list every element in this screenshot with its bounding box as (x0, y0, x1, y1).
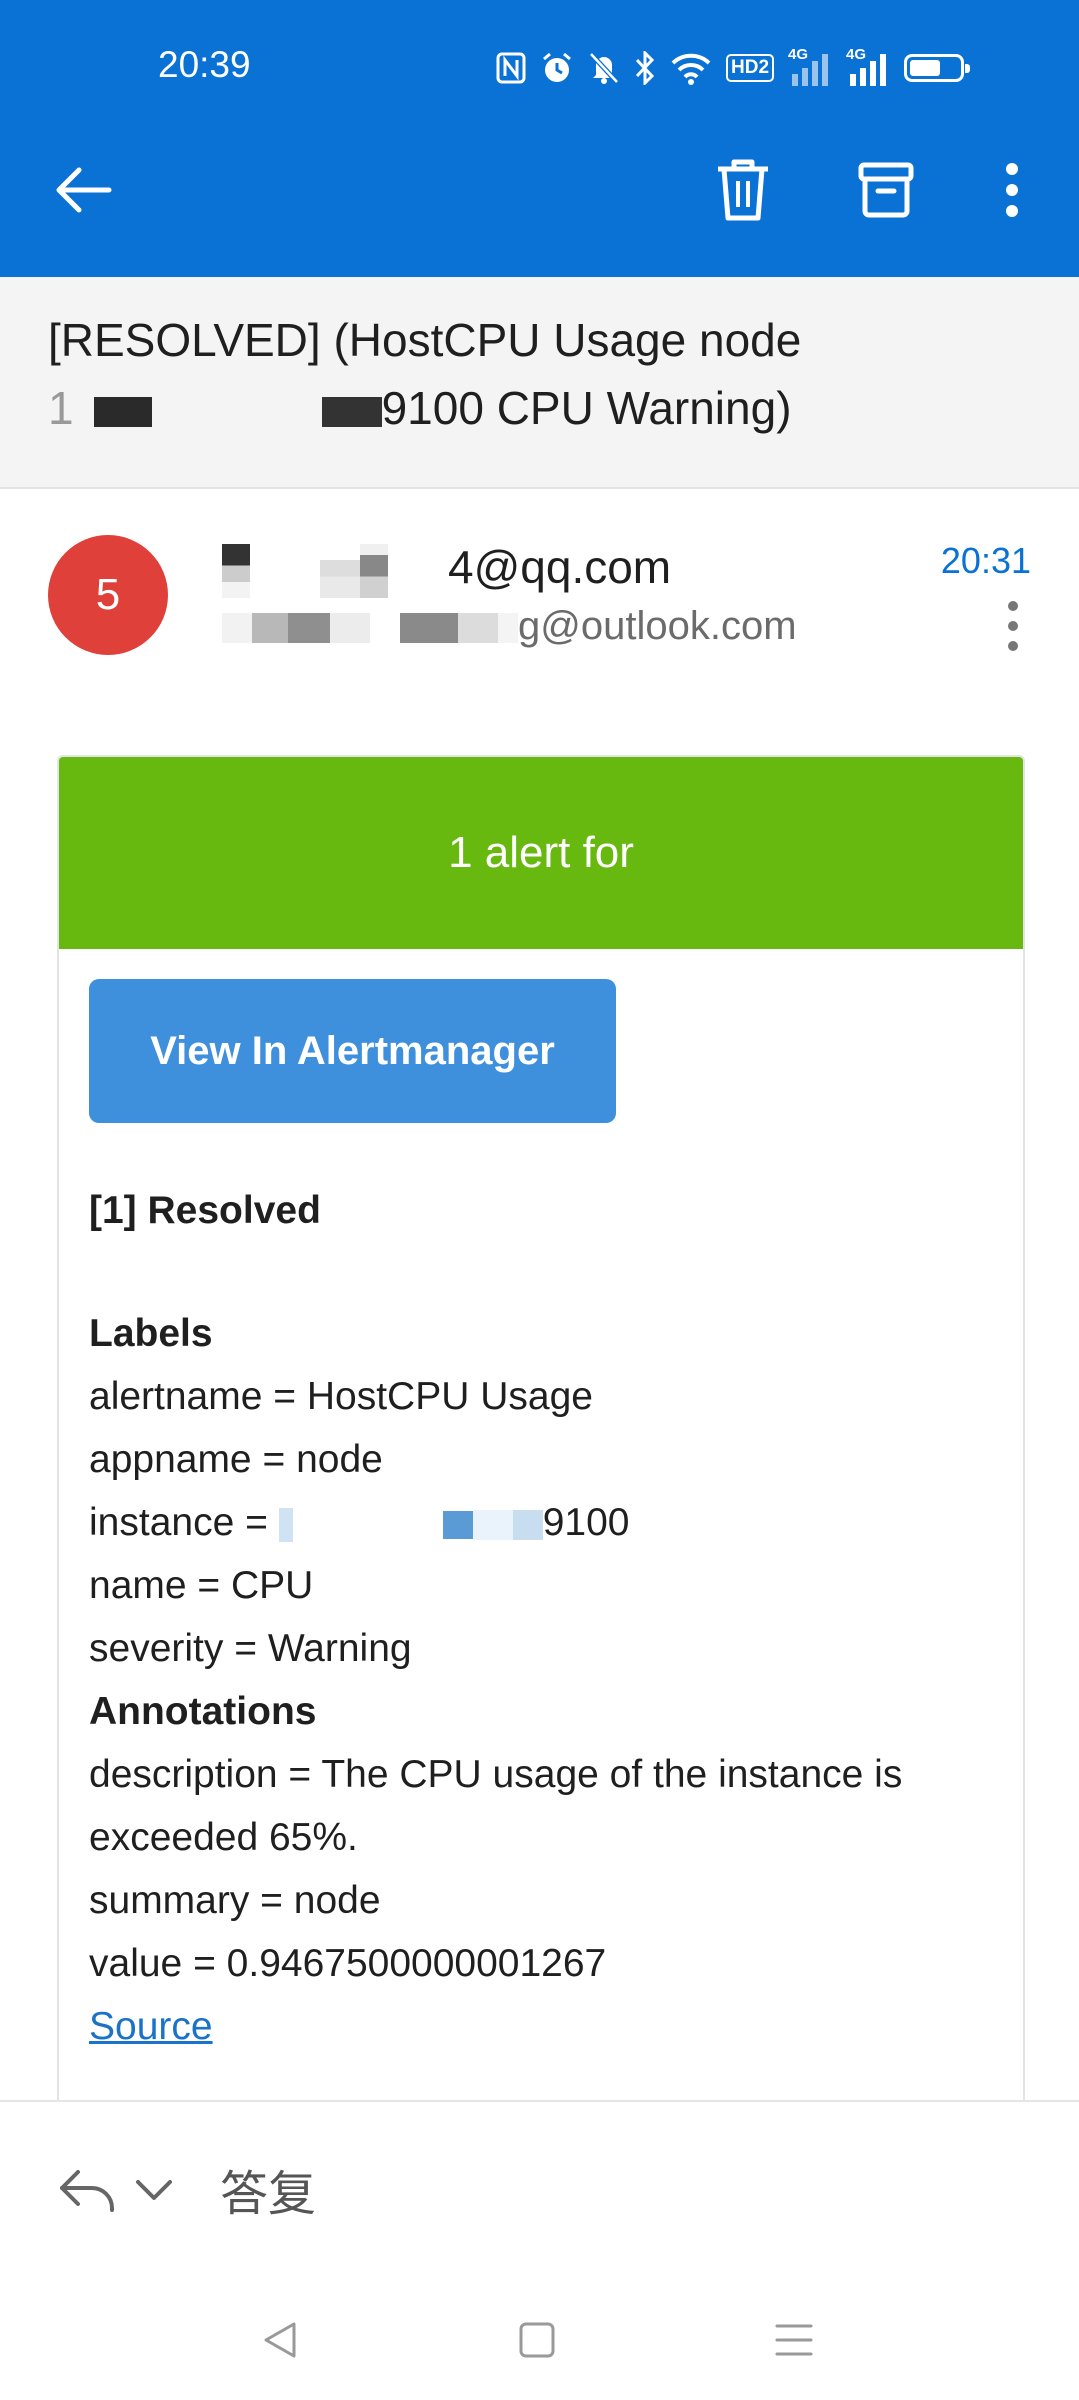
label-alertname: alertname = HostCPU Usage (89, 1375, 593, 1418)
redacted-block (288, 613, 330, 644)
subject-line-2: 1 9100 CPU Warning) (48, 381, 792, 435)
hd-icon: HD2 (726, 54, 775, 82)
alert-email-card: 1 alert for View In Alertmanager [1] Res… (57, 755, 1025, 2100)
nav-back-button[interactable] (250, 2310, 310, 2370)
subject-suffix: 9100 CPU Warning) (381, 382, 792, 434)
redacted-block (388, 544, 448, 598)
annotation-description-cont: exceeded 65%. (89, 1816, 358, 1859)
redacted-block (498, 613, 518, 644)
reply-options-button[interactable] (134, 2168, 178, 2212)
redacted-block (250, 544, 320, 598)
subject-prefix: 1 (48, 382, 74, 434)
network-type-label: 4G (846, 46, 867, 63)
redacted-block (321, 396, 382, 427)
redacted-block (472, 1509, 513, 1540)
back-icon (56, 167, 112, 213)
labels-heading: Labels (89, 1312, 213, 1355)
signal-4g-icon: 4G (846, 46, 890, 88)
instance-prefix: instance = (89, 1501, 279, 1544)
instance-suffix: 9100 (542, 1501, 630, 1544)
email-subject: [RESOLVED] (HostCPU Usage node 1 9100 CPU… (0, 277, 1079, 489)
delete-button[interactable] (703, 145, 783, 235)
signal-4g-icon: 4G (788, 46, 832, 88)
archive-icon (858, 162, 914, 218)
label-name: name = CPU (89, 1564, 314, 1607)
view-in-alertmanager-button[interactable]: View In Alertmanager (89, 979, 616, 1123)
redacted-block (222, 543, 250, 598)
label-severity: severity = Warning (89, 1627, 412, 1670)
archive-button[interactable] (846, 145, 926, 235)
reply-label[interactable]: 答复 (220, 2154, 316, 2224)
nav-back-icon (264, 2322, 296, 2358)
annotation-value: value = 0.9467500000001267 (89, 1942, 607, 1985)
from-address[interactable]: 4@qq.com (222, 540, 671, 598)
annotation-description: description = The CPU usage of the insta… (89, 1753, 903, 1796)
chevron-down-icon (136, 2180, 172, 2200)
label-appname: appname = node (89, 1438, 383, 1481)
alarm-icon (540, 51, 574, 85)
sent-time: 20:31 (940, 540, 1031, 581)
to-address-suffix: g@outlook.com (518, 604, 797, 648)
redacted-block (330, 613, 370, 644)
redacted-block (152, 397, 322, 427)
alert-header: 1 alert for (59, 757, 1023, 949)
nfc-icon (496, 52, 526, 84)
label-instance: instance = 9100 (89, 1501, 629, 1545)
more-vertical-icon (1008, 601, 1018, 651)
redacted-block (458, 613, 498, 644)
redacted-block (222, 613, 252, 644)
network-type-label: 4G (788, 46, 809, 63)
more-icon (1006, 163, 1018, 217)
annotations-heading: Annotations (89, 1690, 317, 1733)
redacted-block (293, 1508, 443, 1542)
redacted-block (442, 1510, 473, 1539)
resolved-heading: [1] Resolved (89, 1189, 321, 1232)
redacted-block (370, 613, 400, 643)
redacted-block (320, 543, 360, 598)
to-address[interactable]: g@outlook.com (222, 604, 797, 649)
sender-avatar[interactable]: 5 (48, 535, 168, 655)
nav-home-button[interactable] (507, 2310, 567, 2370)
mute-icon (588, 51, 620, 85)
redacted-block (512, 1509, 543, 1540)
subject-line-1: [RESOLVED] (HostCPU Usage node (48, 314, 802, 366)
message-more-button[interactable] (991, 596, 1035, 656)
source-link[interactable]: Source (89, 2005, 213, 2049)
redacted-block (252, 613, 288, 644)
status-time: 20:39 (158, 44, 251, 85)
nav-menu-icon (775, 2324, 813, 2356)
back-button[interactable] (43, 145, 123, 235)
bluetooth-icon (634, 51, 656, 85)
nav-home-icon (519, 2322, 555, 2358)
delete-icon (718, 159, 768, 221)
wifi-icon (670, 51, 712, 85)
reply-button[interactable] (56, 2160, 126, 2220)
redacted-block (400, 613, 458, 644)
redacted-block (360, 543, 388, 598)
annotation-summary: summary = node (89, 1879, 381, 1922)
redacted-block (93, 396, 152, 427)
more-options-button[interactable] (971, 145, 1053, 235)
battery-level (910, 60, 940, 76)
redacted-block (278, 1507, 293, 1542)
nav-menu-button[interactable] (764, 2310, 824, 2370)
app-top-bar: 20:39 HD2 4G 4G (0, 0, 1079, 277)
status-icons: HD2 4G 4G (496, 44, 971, 92)
reply-icon (60, 2170, 114, 2212)
from-address-suffix: 4@qq.com (448, 541, 672, 593)
battery-icon (904, 54, 971, 82)
